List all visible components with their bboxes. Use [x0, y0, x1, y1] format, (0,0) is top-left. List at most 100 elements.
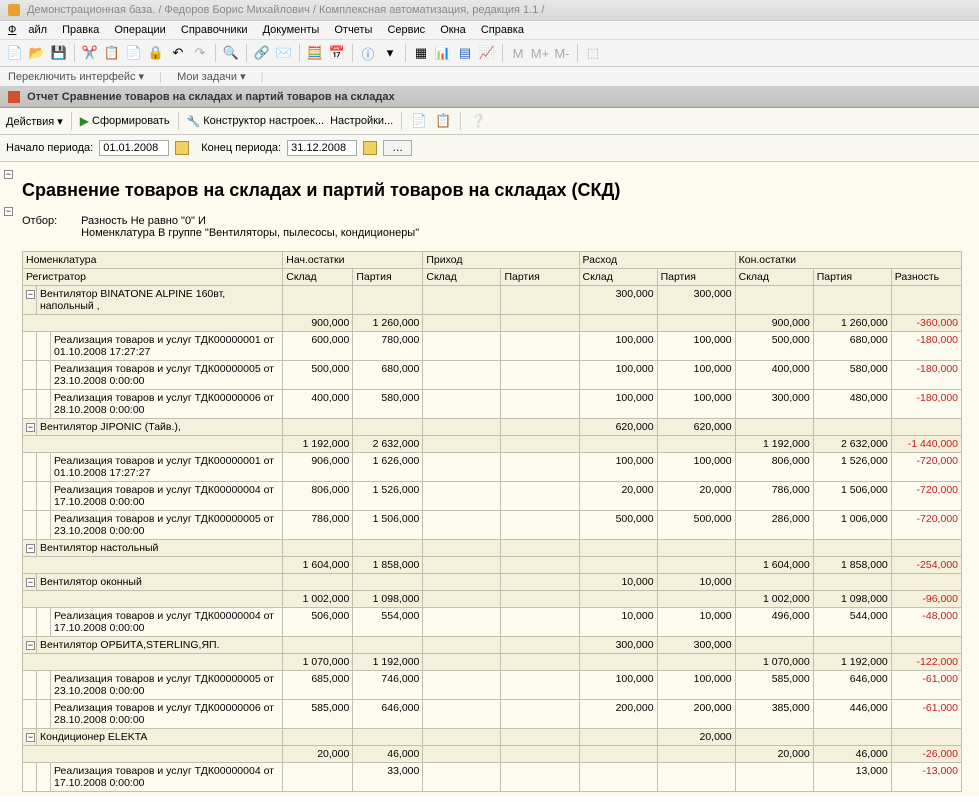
table-row[interactable]: 1 070,0001 192,0001 070,0001 192,000-122… [23, 654, 962, 671]
table-row[interactable]: Реализация товаров и услуг ТДК00000006 о… [23, 390, 962, 419]
cell: -180,000 [891, 332, 961, 361]
constructor-button[interactable]: 🔧Конструктор настроек... [187, 115, 325, 128]
table-row[interactable]: −Вентилятор BINATONE ALPINE 160вт, напол… [23, 286, 962, 315]
cell: 585,000 [735, 671, 813, 700]
outline-toggle-1[interactable]: − [4, 170, 13, 179]
cell: -720,000 [891, 511, 961, 540]
grid-icon[interactable]: ▦ [412, 44, 430, 62]
expand-toggle[interactable]: − [23, 419, 37, 436]
calc-icon[interactable]: 🧮 [306, 44, 324, 62]
new-icon[interactable]: 📄 [6, 44, 24, 62]
table-row[interactable]: −Вентилятор ОРБИТА,STERLING,ЯП.300,00030… [23, 637, 962, 654]
expand-toggle[interactable]: − [23, 540, 37, 557]
cell [501, 763, 579, 792]
table-row[interactable]: −Вентилятор настольный [23, 540, 962, 557]
cell [813, 574, 891, 591]
table-row[interactable]: Реализация товаров и услуг ТДК00000004 о… [23, 608, 962, 637]
cell [501, 574, 579, 591]
cell: 506,000 [283, 608, 353, 637]
table-row[interactable]: −Вентилятор оконный10,00010,000 [23, 574, 962, 591]
calendar-end-icon[interactable] [363, 141, 377, 155]
mminus-icon[interactable]: M- [553, 44, 571, 62]
lock-icon[interactable]: 🔒 [147, 44, 165, 62]
menu-edit[interactable]: Правка [62, 24, 99, 36]
menu-reports[interactable]: Отчеты [334, 24, 372, 36]
menu-file[interactable]: Файл [8, 24, 47, 36]
cell [891, 286, 961, 315]
period-end-input[interactable] [287, 140, 357, 156]
calendar-icon[interactable]: 📅 [328, 44, 346, 62]
settings-button[interactable]: Настройки... [330, 115, 393, 127]
mplus-icon[interactable]: M+ [531, 44, 549, 62]
expand-toggle[interactable]: − [23, 286, 37, 315]
calendar-start-icon[interactable] [175, 141, 189, 155]
table-row[interactable]: 900,0001 260,000900,0001 260,000-360,000 [23, 315, 962, 332]
paste-icon[interactable]: 📄 [125, 44, 143, 62]
m-icon[interactable]: M [509, 44, 527, 62]
cell: 100,000 [579, 361, 657, 390]
cell [283, 574, 353, 591]
switch-interface[interactable]: Переключить интерфейс ▾ [8, 71, 144, 83]
table-row[interactable]: Реализация товаров и услуг ТДК00000005 о… [23, 671, 962, 700]
my-tasks[interactable]: Мои задачи ▾ [177, 71, 246, 83]
report-icon[interactable]: 📈 [478, 44, 496, 62]
find-icon[interactable]: 🔍 [222, 44, 240, 62]
menu-ops[interactable]: Операции [114, 24, 165, 36]
table-row[interactable]: −Кондиционер ELEKTA20,000 [23, 729, 962, 746]
mail-icon[interactable]: ✉️ [275, 44, 293, 62]
table-row[interactable]: 1 002,0001 098,0001 002,0001 098,000-96,… [23, 591, 962, 608]
open-icon[interactable]: 📂 [28, 44, 46, 62]
menu-refs[interactable]: Справочники [181, 24, 248, 36]
period-start-input[interactable] [99, 140, 169, 156]
cell: 400,000 [735, 361, 813, 390]
cell [423, 482, 501, 511]
redo-icon[interactable]: ↷ [191, 44, 209, 62]
row-name: Вентилятор оконный [37, 574, 283, 591]
menu-docs[interactable]: Документы [263, 24, 320, 36]
cut-icon[interactable]: ✂️ [81, 44, 99, 62]
cell [423, 540, 501, 557]
tool1-icon[interactable]: 📄 [410, 112, 428, 130]
form-button[interactable]: ▶Сформировать [80, 114, 170, 128]
table-row[interactable]: 1 604,0001 858,0001 604,0001 858,000-254… [23, 557, 962, 574]
table-row[interactable]: Реализация товаров и услуг ТДК00000006 о… [23, 700, 962, 729]
outline-toggle-2[interactable]: − [4, 207, 13, 216]
cell [813, 540, 891, 557]
expand-toggle[interactable]: − [23, 729, 37, 746]
tool2-icon[interactable]: 📋 [434, 112, 452, 130]
table-row[interactable]: Реализация товаров и услуг ТДК00000001 о… [23, 453, 962, 482]
expand-toggle[interactable]: − [23, 574, 37, 591]
table-row[interactable]: Реализация товаров и услуг ТДК00000004 о… [23, 763, 962, 792]
table-row[interactable]: 20,00046,00020,00046,000-26,000 [23, 746, 962, 763]
table-row[interactable]: −Вентилятор JIPONIC (Тайв.),620,000620,0… [23, 419, 962, 436]
misc-icon[interactable]: ⬚ [584, 44, 602, 62]
expand-toggle[interactable]: − [23, 637, 37, 654]
table-row[interactable]: 1 192,0002 632,0001 192,0002 632,000-1 4… [23, 436, 962, 453]
cell: 646,000 [353, 700, 423, 729]
menu-help[interactable]: Справка [481, 24, 524, 36]
cell: 1 260,000 [353, 315, 423, 332]
hdr-e-sklad: Склад [579, 269, 657, 286]
table-icon[interactable]: ▤ [456, 44, 474, 62]
dropdown-icon[interactable]: ▾ [381, 44, 399, 62]
cell: 900,000 [735, 315, 813, 332]
menu-windows[interactable]: Окна [440, 24, 466, 36]
table-row[interactable]: Реализация товаров и услуг ТДК00000001 о… [23, 332, 962, 361]
period-dots-button[interactable]: … [383, 140, 412, 156]
help2-icon[interactable]: ❔ [469, 112, 487, 130]
help-icon[interactable]: ⓘ [359, 44, 377, 62]
cell [423, 511, 501, 540]
save-icon[interactable]: 💾 [50, 44, 68, 62]
actions-dropdown[interactable]: Действия ▾ [6, 115, 63, 128]
table-row[interactable]: Реализация товаров и услуг ТДК00000005 о… [23, 361, 962, 390]
copy-icon[interactable]: 📋 [103, 44, 121, 62]
table-row[interactable]: Реализация товаров и услуг ТДК00000005 о… [23, 511, 962, 540]
cell [579, 654, 657, 671]
menu-service[interactable]: Сервис [387, 24, 425, 36]
undo-icon[interactable]: ↶ [169, 44, 187, 62]
document-title-bar: Отчет Сравнение товаров на складах и пар… [0, 87, 979, 108]
cell: 600,000 [283, 332, 353, 361]
chart-icon[interactable]: 📊 [434, 44, 452, 62]
link-icon[interactable]: 🔗 [253, 44, 271, 62]
table-row[interactable]: Реализация товаров и услуг ТДК00000004 о… [23, 482, 962, 511]
